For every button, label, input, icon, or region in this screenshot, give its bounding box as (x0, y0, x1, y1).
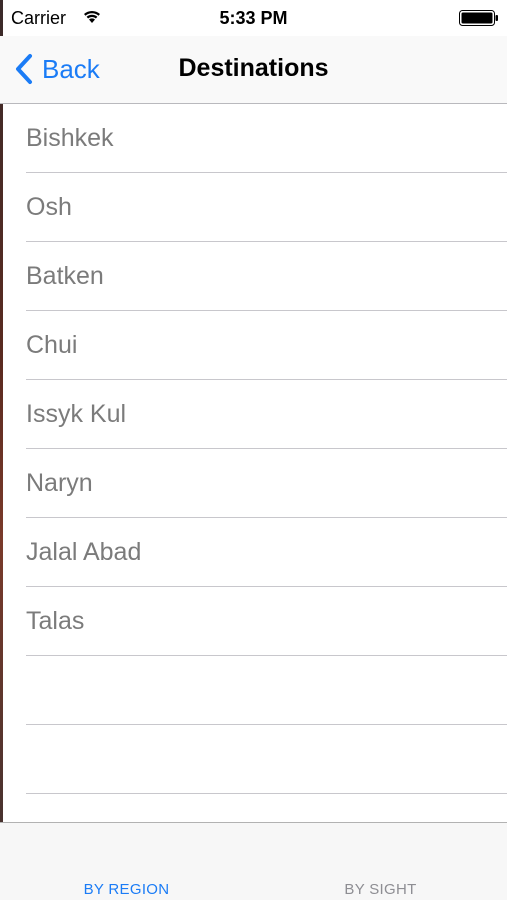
list-item[interactable]: Chui (26, 311, 507, 380)
status-bar: Carrier 5:33 PM (0, 0, 507, 36)
page-title: Destinations (178, 54, 329, 82)
list-item[interactable]: Jalal Abad (26, 518, 507, 587)
list-item-label: Naryn (26, 469, 93, 497)
list-item-label: Chui (26, 331, 78, 359)
list-item-label: Talas (26, 607, 85, 635)
empty-row (26, 725, 507, 794)
list-item-label: Jalal Abad (26, 538, 142, 566)
empty-row (26, 656, 507, 725)
list-item-label: Issyk Kul (26, 400, 127, 428)
list-item[interactable]: Bishkek (26, 104, 507, 173)
tab-bar: BY REGION BY SIGHT (0, 822, 507, 900)
list-item-label: Batken (26, 262, 104, 290)
list-item-label: Osh (26, 193, 72, 221)
list-item[interactable]: Batken (26, 242, 507, 311)
list-item[interactable]: Issyk Kul (26, 380, 507, 449)
destinations-list: Bishkek Osh Batken Chui Issyk Kul Naryn … (0, 104, 507, 822)
clock: 5:33 PM (219, 8, 288, 28)
navigation-bar: Back Destinations (0, 36, 507, 104)
list-item-label: Bishkek (26, 124, 114, 152)
screen: Carrier 5:33 PM Back Destinations Bishke… (0, 0, 507, 900)
list-item[interactable]: Naryn (26, 449, 507, 518)
list-item[interactable]: Osh (26, 173, 507, 242)
battery-icon (459, 10, 498, 26)
tab-by-sight[interactable]: BY SIGHT (254, 881, 507, 898)
tab-by-region[interactable]: BY REGION (0, 881, 253, 898)
list-item[interactable]: Talas (26, 587, 507, 656)
